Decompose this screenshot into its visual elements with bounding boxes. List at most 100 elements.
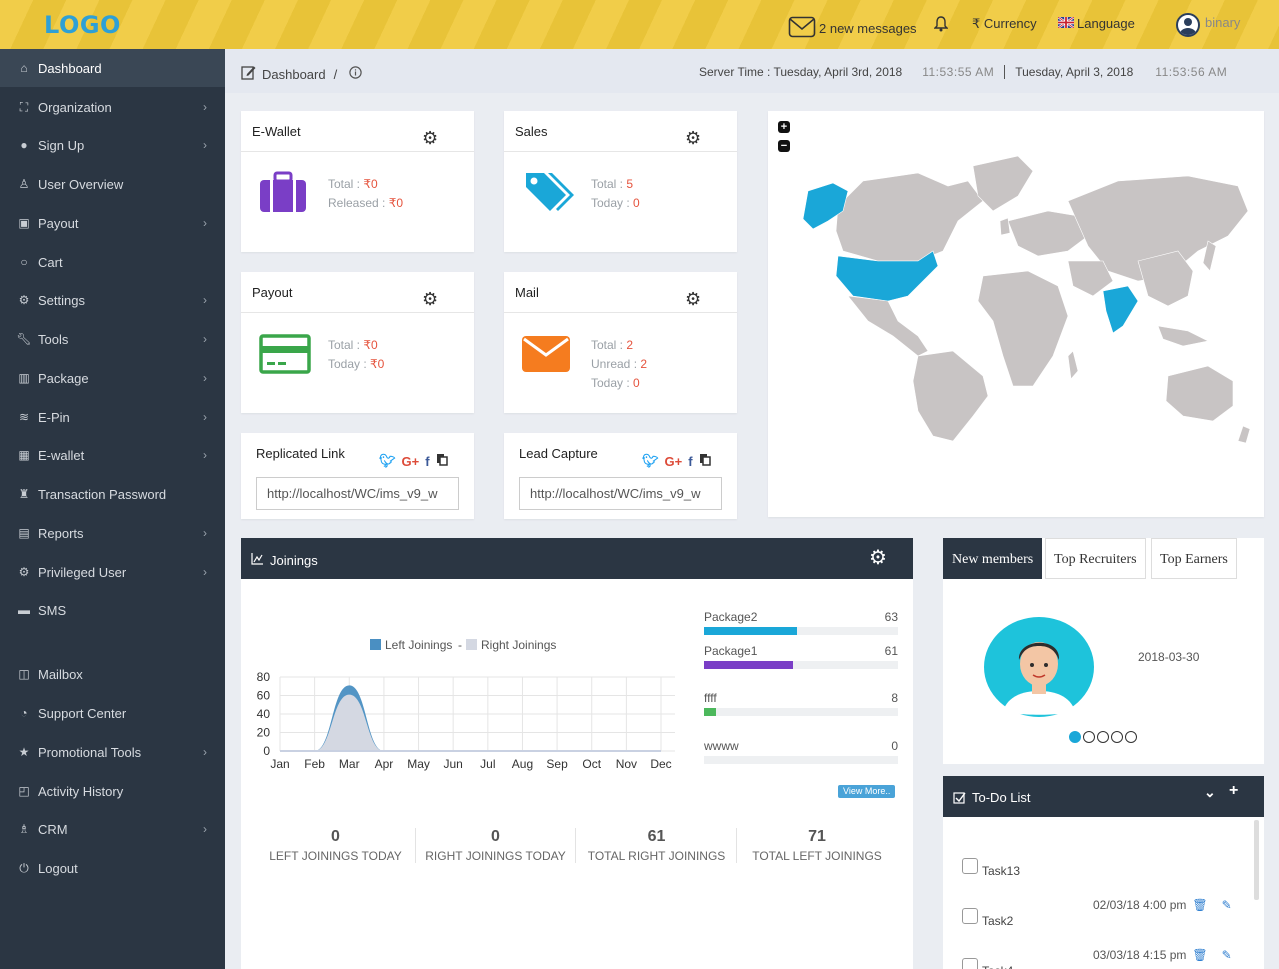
joinings-header: Joinings ⚙ — [241, 538, 913, 579]
sidebar-item-e-wallet[interactable]: ▦ E-wallet › — [0, 436, 225, 474]
x-tick-label: Aug — [512, 757, 533, 771]
mail-envelope-icon — [522, 336, 570, 375]
lead-capture-input[interactable]: http://localhost/WC/ims_v9_w — [519, 477, 722, 510]
carousel-dot[interactable] — [1083, 731, 1095, 743]
carousel-dot[interactable] — [1111, 731, 1123, 743]
collapse-chevron-icon[interactable]: ⌄ — [1204, 784, 1216, 801]
todo-scrollbar[interactable] — [1254, 820, 1259, 900]
joinings-stat-label: TOTAL LEFT JOININGS — [752, 849, 882, 863]
sidebar-item-support-center[interactable]: ◔ Support Center — [0, 694, 225, 732]
chat-icon: ◫ — [18, 667, 30, 681]
x-tick-label: Sep — [546, 757, 568, 771]
joinings-stat-label: LEFT JOININGS TODAY — [269, 849, 402, 863]
sidebar-item-reports[interactable]: ▤ Reports › — [0, 514, 225, 552]
carousel-dot[interactable] — [1125, 731, 1137, 743]
user-menu[interactable]: binary — [1176, 13, 1240, 37]
sales-panel: Sales ⚙ Total : 5 Today : 0 — [504, 111, 737, 252]
sidebar-item-mailbox[interactable]: ◫ Mailbox — [0, 655, 225, 693]
sidebar-item-label: Promotional Tools — [38, 744, 142, 760]
info-icon[interactable] — [349, 66, 362, 82]
member-avatar[interactable] — [983, 616, 1095, 721]
key-icon: ♜ — [18, 487, 30, 501]
sidebar-item-dashboard[interactable]: ⌂ Dashboard — [0, 49, 225, 87]
sidebar-item-organization[interactable]: ⛶ Organization › — [0, 88, 225, 126]
sidebar-item-crm[interactable]: ♗ CRM › — [0, 810, 225, 848]
cog-user-icon: ⚙ — [18, 565, 30, 579]
sidebar-item-label: E-wallet — [38, 447, 85, 463]
chevron-right-icon: › — [203, 293, 207, 307]
carousel-dot[interactable] — [1097, 731, 1109, 743]
breadcrumb-separator: / — [333, 66, 338, 82]
joinings-stat-value: 61 — [647, 828, 666, 845]
sales-stats: Total : 5 Today : 0 — [591, 177, 640, 210]
messages-link[interactable]: 2 new messages — [788, 16, 917, 41]
ewallet-total: ₹0 — [363, 177, 378, 191]
mail-panel: Mail ⚙ Total : 2 Unread : 2 Today : 0 — [504, 272, 737, 413]
chevron-right-icon: › — [203, 410, 207, 424]
sidebar-item-e-pin[interactable]: ≋ E-Pin › — [0, 398, 225, 436]
sidebar-item-user-overview[interactable]: ♙ User Overview — [0, 165, 225, 203]
trash-icon[interactable]: 🗑︎ — [1192, 948, 1207, 962]
facebook-icon[interactable]: f — [425, 454, 429, 469]
world-map[interactable] — [768, 111, 1264, 517]
package-count: 63 — [884, 610, 898, 624]
y-tick-label: 0 — [263, 744, 270, 758]
twitter-icon[interactable]: 🐦︎ — [379, 453, 396, 469]
envelope-icon — [788, 16, 816, 41]
currency-selector[interactable]: ₹ Currency — [972, 16, 1037, 32]
briefcase-icon — [259, 171, 307, 216]
breadcrumb-dashboard-link[interactable]: Dashboard — [262, 67, 326, 82]
google-plus-icon[interactable]: G+ — [402, 454, 420, 469]
trash-icon[interactable]: 🗑︎ — [1192, 898, 1207, 912]
gear-icon[interactable]: ⚙ — [869, 545, 887, 570]
carousel-dot-active[interactable] — [1069, 731, 1081, 743]
sidebar-item-sms[interactable]: ▬ SMS — [0, 591, 225, 629]
sales-title: Sales — [515, 124, 548, 139]
sidebar-item-cart[interactable]: ○ Cart — [0, 243, 225, 281]
task-checkbox[interactable] — [962, 958, 978, 969]
replicated-link-input[interactable]: http://localhost/WC/ims_v9_w — [256, 477, 459, 510]
sidebar-item-package[interactable]: ▥ Package › — [0, 359, 225, 397]
y-tick-label: 20 — [257, 726, 271, 740]
language-selector[interactable]: Language — [1057, 16, 1135, 31]
pencil-icon[interactable]: ✎ — [1222, 948, 1232, 962]
sidebar-item-privileged-user[interactable]: ⚙ Privileged User › — [0, 553, 225, 591]
comment-icon: ▬ — [18, 603, 30, 617]
view-more-button[interactable]: View More.. — [838, 785, 896, 798]
facebook-icon[interactable]: f — [688, 454, 692, 469]
todo-item: Task2 — [962, 904, 1013, 928]
notifications-button[interactable] — [933, 16, 949, 35]
chevron-right-icon: › — [203, 822, 207, 836]
sidebar-item-activity-history[interactable]: ◰ Activity History — [0, 772, 225, 810]
copy-icon[interactable] — [436, 453, 448, 469]
y-tick-label: 60 — [257, 689, 271, 703]
gear-icon[interactable]: ⚙ — [422, 128, 438, 149]
gear-icon[interactable]: ⚙ — [685, 128, 701, 149]
sidebar-item-payout[interactable]: ▣ Payout › — [0, 204, 225, 242]
sidebar-item-label: Reports — [38, 525, 84, 541]
google-plus-icon[interactable]: G+ — [665, 454, 683, 469]
sidebar-item-label: Tools — [38, 331, 69, 347]
gear-icon[interactable]: ⚙ — [685, 289, 701, 310]
sidebar-item-sign-up[interactable]: ● Sign Up › — [0, 126, 225, 164]
sidebar-item-tools[interactable]: 🔧︎ Tools › — [0, 320, 225, 358]
tab-top-earners[interactable]: Top Earners — [1151, 538, 1237, 579]
tab-top-recruiters[interactable]: Top Recruiters — [1045, 538, 1146, 579]
copy-icon[interactable] — [699, 453, 711, 469]
twitter-icon[interactable]: 🐦︎ — [642, 453, 659, 469]
task-checkbox[interactable] — [962, 858, 978, 874]
sidebar-item-settings[interactable]: ⚙ Settings › — [0, 281, 225, 319]
gear-icon[interactable]: ⚙ — [422, 289, 438, 310]
sidebar-item-transaction-password[interactable]: ♜ Transaction Password — [0, 475, 225, 513]
package-bar-track — [704, 627, 898, 635]
sitemap-icon: ⛶ — [19, 99, 29, 114]
tab-new-members[interactable]: New members — [943, 538, 1043, 579]
sidebar-item-label: SMS — [38, 602, 67, 618]
add-task-icon[interactable]: + — [1229, 782, 1238, 800]
logo[interactable]: LOGO — [44, 11, 121, 39]
task-checkbox[interactable] — [962, 908, 978, 924]
sidebar-item-logout[interactable]: ⏻ Logout — [0, 849, 225, 887]
pencil-icon[interactable]: ✎ — [1222, 898, 1232, 912]
sidebar-item-promotional-tools[interactable]: ★ Promotional Tools › — [0, 733, 225, 771]
server-clock: 11:53:55 AM — [922, 65, 995, 79]
